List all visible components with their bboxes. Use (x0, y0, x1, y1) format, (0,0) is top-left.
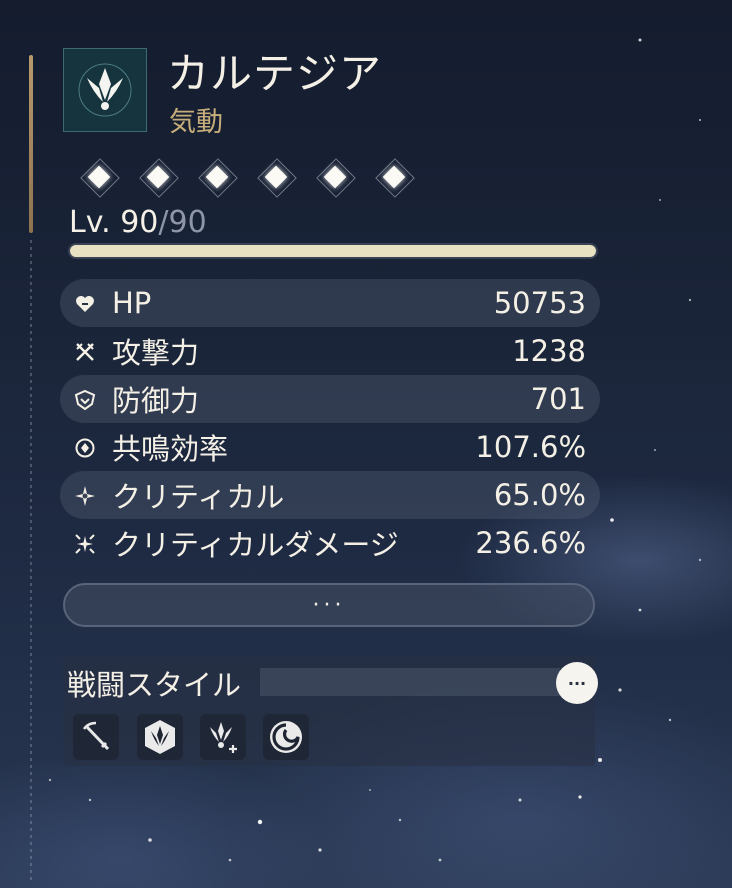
combat-style-title-underline (260, 668, 560, 696)
stat-label: 共鳴効率 (112, 432, 229, 466)
resonance-icon (75, 438, 95, 458)
character-name: カルテジア (167, 49, 383, 98)
stat-label: 防御力 (112, 384, 200, 418)
stats-list: HP 50753 攻撃力 1238 防御力 701 共鳴効率 107.6% クリ… (60, 279, 600, 567)
combat-style-more-button[interactable]: ··· (556, 662, 598, 704)
level-display: Lv. 90/90 (69, 205, 207, 240)
emblem-icon (78, 63, 132, 117)
stat-row-crit-rate: クリティカル 65.0% (60, 471, 600, 519)
panel-accent-bar (29, 55, 33, 233)
combat-style-title: 戦闘スタイル (67, 668, 242, 702)
stat-label: 攻撃力 (112, 336, 200, 370)
chain-node-1-icon[interactable] (80, 158, 120, 198)
more-stats-button[interactable]: ··· (63, 583, 595, 627)
stat-label: HP (112, 286, 152, 320)
stat-value: 701 (530, 382, 586, 416)
chain-node-2-icon[interactable] (139, 158, 179, 198)
stat-value: 107.6% (475, 430, 586, 464)
emblem-hex-icon[interactable] (137, 714, 183, 760)
chain-node-4-icon[interactable] (257, 158, 297, 198)
stat-value: 236.6% (475, 526, 586, 560)
character-attribute: 気動 (169, 107, 223, 138)
level-label: Lv. (69, 205, 121, 240)
level-current: 90 (120, 205, 159, 240)
crit-star-icon (75, 486, 95, 506)
sword-slash-icon[interactable] (73, 714, 119, 760)
stat-label: クリティカルダメージ (112, 528, 399, 562)
stat-value: 1238 (512, 334, 586, 368)
stat-row-defense: 防御力 701 (60, 375, 600, 423)
chain-node-6-icon[interactable] (375, 158, 415, 198)
crit-damage-icon (75, 534, 95, 554)
level-separator: / (158, 205, 169, 240)
emblem-plus-icon[interactable] (200, 714, 246, 760)
shield-icon (74, 389, 96, 411)
level-max: 90 (168, 205, 207, 240)
stat-row-crit-damage: クリティカルダメージ 236.6% (60, 519, 600, 567)
crossed-swords-icon (76, 343, 94, 361)
heart-icon (76, 296, 94, 312)
chain-node-5-icon[interactable] (316, 158, 356, 198)
character-emblem (63, 48, 147, 132)
stat-row-hp: HP 50753 (60, 279, 600, 327)
level-progress-bar (68, 243, 598, 259)
panel-divider-line (30, 240, 32, 880)
stat-value: 50753 (493, 286, 586, 320)
stat-label: クリティカル (112, 480, 285, 514)
chain-node-3-icon[interactable] (198, 158, 238, 198)
stat-value: 65.0% (493, 478, 586, 512)
resonance-chain-row (80, 158, 520, 198)
stat-row-energy-regen: 共鳴効率 107.6% (60, 423, 600, 471)
swirl-icon[interactable] (263, 714, 309, 760)
stat-row-attack: 攻撃力 1238 (60, 327, 600, 375)
